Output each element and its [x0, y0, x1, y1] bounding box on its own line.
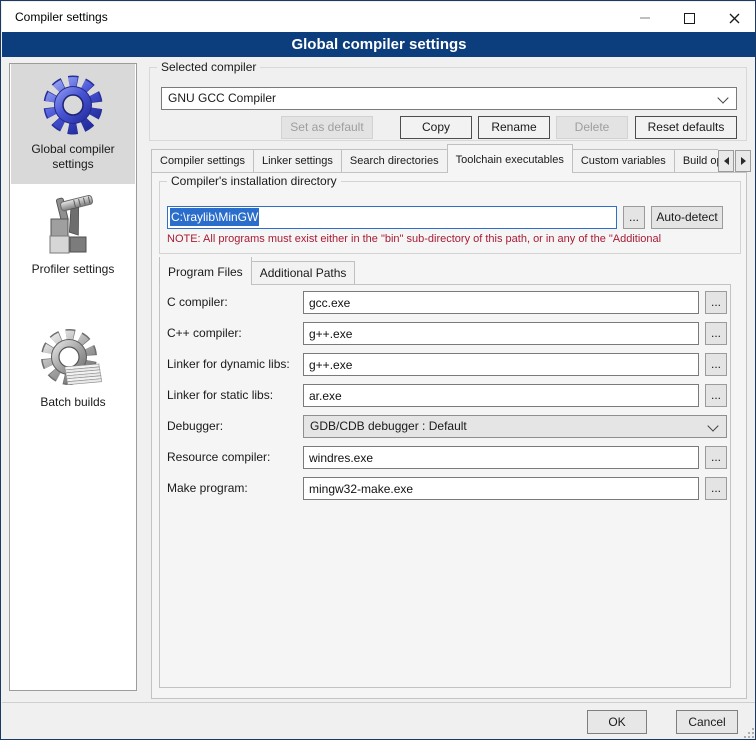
make-program-input[interactable] — [303, 477, 699, 500]
debugger-select[interactable]: GDB/CDB debugger : Default — [303, 415, 727, 438]
browse-linker-dynamic-button[interactable]: ... — [705, 353, 727, 376]
sidebar: Global compiler settings — [9, 63, 137, 691]
main-tab-bar: Compiler settings Linker settings Search… — [151, 144, 718, 173]
compiler-select-value: GNU GCC Compiler — [168, 91, 276, 105]
linker-static-input[interactable] — [303, 384, 699, 407]
install-dir-value: C:\raylib\MinGW — [170, 208, 259, 226]
debugger-select-value: GDB/CDB debugger : Default — [310, 419, 467, 433]
minimize-button[interactable] — [622, 3, 667, 33]
browse-resource-compiler-button[interactable]: ... — [705, 446, 727, 469]
gear-blue-icon — [41, 74, 105, 138]
sidebar-item-label: Global compiler settings — [11, 140, 135, 176]
close-icon — [729, 13, 740, 24]
tab-toolchain-executables[interactable]: Toolchain executables — [447, 144, 573, 173]
sidebar-item-label: Profiler settings — [11, 260, 135, 281]
c-compiler-input[interactable] — [303, 291, 699, 314]
chevron-down-icon — [717, 92, 728, 103]
footer-divider — [2, 702, 756, 703]
install-dir-input[interactable]: C:\raylib\MinGW — [167, 206, 617, 229]
cpp-compiler-input[interactable] — [303, 322, 699, 345]
browse-c-compiler-button[interactable]: ... — [705, 291, 727, 314]
page-title: Global compiler settings — [2, 32, 756, 57]
title-bar[interactable]: Compiler settings — [2, 2, 756, 32]
auto-detect-button[interactable]: Auto-detect — [651, 206, 723, 229]
set-as-default-button[interactable]: Set as default — [281, 116, 373, 139]
selected-compiler-group-label: Selected compiler — [157, 60, 260, 74]
tab-scroll-right-button[interactable] — [735, 150, 751, 172]
install-dir-group-label: Compiler's installation directory — [167, 174, 341, 188]
linker-static-label: Linker for static libs: — [167, 384, 301, 407]
install-dir-note: NOTE: All programs must exist either in … — [167, 233, 739, 249]
chevron-down-icon — [707, 420, 718, 431]
minimize-icon — [640, 17, 650, 19]
c-compiler-label: C compiler: — [167, 291, 301, 314]
ok-button[interactable]: OK — [587, 710, 647, 734]
make-program-label: Make program: — [167, 477, 301, 500]
delete-button[interactable]: Delete — [556, 116, 628, 139]
rename-button[interactable]: Rename — [478, 116, 550, 139]
sidebar-item-batch-builds[interactable]: Batch builds — [11, 317, 135, 425]
maximize-button[interactable] — [667, 3, 712, 33]
resource-compiler-input[interactable] — [303, 446, 699, 469]
compiler-settings-dialog: Compiler settings Global compiler settin… — [0, 0, 756, 740]
triangle-left-icon — [724, 157, 729, 165]
window-title: Compiler settings — [15, 2, 108, 32]
browse-cpp-compiler-button[interactable]: ... — [705, 322, 727, 345]
tab-compiler-settings[interactable]: Compiler settings — [151, 149, 254, 173]
tab-additional-paths[interactable]: Additional Paths — [251, 261, 356, 285]
resource-compiler-label: Resource compiler: — [167, 446, 301, 469]
linker-dynamic-label: Linker for dynamic libs: — [167, 353, 301, 376]
copy-button[interactable]: Copy — [400, 116, 472, 139]
linker-dynamic-input[interactable] — [303, 353, 699, 376]
browse-install-dir-button[interactable]: ... — [623, 206, 645, 229]
cancel-button[interactable]: Cancel — [676, 710, 738, 734]
debugger-label: Debugger: — [167, 415, 301, 438]
reset-defaults-button[interactable]: Reset defaults — [635, 116, 737, 139]
compiler-select[interactable]: GNU GCC Compiler — [161, 87, 737, 110]
triangle-right-icon — [741, 157, 746, 165]
tab-build-options[interactable]: Build options — [674, 149, 718, 173]
tab-linker-settings[interactable]: Linker settings — [253, 149, 342, 173]
tab-custom-variables[interactable]: Custom variables — [572, 149, 675, 173]
tab-program-files[interactable]: Program Files — [159, 257, 252, 285]
tab-search-directories[interactable]: Search directories — [341, 149, 448, 173]
caliper-icon — [41, 194, 105, 258]
gear-stack-icon — [41, 327, 105, 391]
browse-linker-static-button[interactable]: ... — [705, 384, 727, 407]
sub-tab-bar: Program Files Additional Paths — [159, 257, 579, 285]
tab-scroll-left-button[interactable] — [718, 150, 734, 172]
close-button[interactable] — [712, 3, 756, 33]
sidebar-item-label: Batch builds — [11, 393, 135, 414]
sidebar-item-global-compiler-settings[interactable]: Global compiler settings — [11, 64, 135, 184]
resize-grip[interactable] — [743, 727, 755, 739]
sidebar-item-profiler-settings[interactable]: Profiler settings — [11, 184, 135, 296]
maximize-icon — [684, 13, 695, 24]
cpp-compiler-label: C++ compiler: — [167, 322, 301, 345]
browse-make-program-button[interactable]: ... — [705, 477, 727, 500]
